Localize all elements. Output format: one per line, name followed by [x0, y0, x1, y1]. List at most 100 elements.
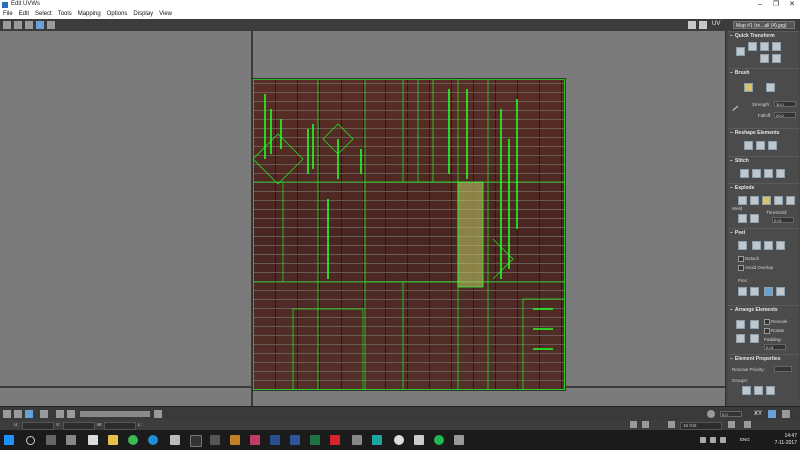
calculator-icon[interactable] — [170, 435, 180, 445]
avoid-overlap-checkbox[interactable] — [738, 265, 744, 271]
language-indicator[interactable]: ENG — [740, 437, 750, 442]
3dsmax-icon[interactable] — [372, 435, 382, 445]
stitch-source-icon[interactable] — [764, 169, 773, 178]
weld-selected-icon[interactable] — [738, 214, 747, 223]
zoom-spinner[interactable]: 0,0 — [720, 411, 742, 417]
u-field[interactable] — [22, 422, 54, 430]
menu-select[interactable]: Select — [32, 10, 55, 19]
app-icon-3[interactable] — [210, 435, 220, 445]
pack-normalize-icon[interactable] — [736, 320, 745, 329]
arrange-header[interactable]: Arrange Elements — [728, 306, 799, 314]
pack-custom-icon[interactable] — [736, 334, 745, 343]
taskbar-clock[interactable]: 14:47 7-11-2017 — [775, 433, 797, 447]
network-icon[interactable] — [700, 437, 706, 443]
loop-ring-tools[interactable] — [80, 411, 150, 417]
grid-size-field[interactable]: 16 Grit — [680, 422, 722, 430]
peel-mode-icon[interactable] — [752, 241, 761, 250]
stitch-target-icon[interactable] — [740, 169, 749, 178]
app-icon-7[interactable] — [394, 435, 404, 445]
explode-header[interactable]: Explode — [728, 184, 799, 192]
checker-icon[interactable] — [688, 21, 696, 29]
v-field[interactable] — [63, 422, 95, 430]
paint-select-icon[interactable] — [154, 410, 162, 418]
grow-selection-icon[interactable] — [56, 410, 64, 418]
stitch-settings-icon[interactable] — [776, 169, 785, 178]
w-field[interactable] — [104, 422, 136, 430]
align-vertical-icon[interactable] — [772, 42, 781, 51]
peel-header[interactable]: Peel — [728, 229, 799, 237]
auto-pin-icon[interactable] — [764, 287, 773, 296]
app-icon-6[interactable] — [352, 435, 362, 445]
mail-icon[interactable] — [88, 435, 98, 445]
align-icon[interactable] — [736, 47, 745, 56]
texture-map-select[interactable]: Map #1 (re...all (4).jpg) — [733, 21, 795, 29]
group-select-icon[interactable] — [742, 386, 751, 395]
brush-header[interactable]: Brush — [728, 69, 799, 77]
break-icon[interactable] — [738, 196, 747, 205]
app-icon-4[interactable] — [230, 435, 240, 445]
explode-settings-icon[interactable] — [774, 196, 783, 205]
menu-display[interactable]: Display — [130, 10, 156, 19]
padding-spinner[interactable]: 0,01 — [764, 344, 786, 350]
app-icon-1[interactable] — [66, 435, 76, 445]
polygon-mode-icon[interactable] — [25, 410, 33, 418]
close-button[interactable]: ✕ — [784, 0, 800, 10]
search-icon[interactable] — [26, 436, 35, 445]
pin-icon[interactable] — [738, 287, 747, 296]
battery-icon[interactable] — [720, 437, 726, 443]
pixel-snap-icon[interactable] — [744, 421, 751, 428]
edge-mode-icon[interactable] — [14, 410, 22, 418]
relax-brush-icon[interactable] — [766, 83, 775, 92]
pack-together-icon[interactable] — [750, 320, 759, 329]
task-view-icon[interactable] — [46, 435, 56, 445]
selected-face[interactable] — [457, 181, 484, 288]
minimize-button[interactable]: – — [752, 0, 768, 10]
rescale-checkbox[interactable] — [764, 319, 770, 325]
relax-settings-icon[interactable] — [768, 141, 777, 150]
rotate-checkbox[interactable] — [764, 328, 770, 334]
lock-icon[interactable] — [630, 421, 637, 428]
select-pinned-icon[interactable] — [776, 287, 785, 296]
scale-icon[interactable] — [25, 21, 33, 29]
menu-file[interactable]: File — [0, 10, 16, 19]
offset-mode-icon[interactable] — [782, 410, 790, 418]
maximize-button[interactable]: ❐ — [768, 0, 784, 10]
pack-settings-icon[interactable] — [750, 334, 759, 343]
menu-mapping[interactable]: Mapping — [75, 10, 104, 19]
soft-selection-icon[interactable] — [707, 410, 715, 418]
straighten-selection-icon[interactable] — [744, 141, 753, 150]
file-explorer-icon[interactable] — [108, 435, 118, 445]
rotate-cw-icon[interactable] — [760, 54, 769, 63]
edge-icon[interactable] — [148, 435, 158, 445]
app-icon-5[interactable] — [250, 435, 260, 445]
threshold-spinner[interactable]: 0,01 — [772, 217, 794, 223]
select-group-icon[interactable] — [766, 386, 775, 395]
xy-label[interactable]: XY — [754, 411, 762, 417]
snap-icon[interactable] — [728, 421, 735, 428]
volume-icon[interactable] — [710, 437, 716, 443]
vertex-mode-icon[interactable] — [3, 410, 11, 418]
stitch-header[interactable]: Stitch — [728, 157, 799, 165]
move-icon[interactable] — [3, 21, 11, 29]
app-icon-9[interactable] — [454, 435, 464, 445]
menu-options[interactable]: Options — [104, 10, 131, 19]
detach-checkbox[interactable] — [738, 256, 744, 262]
ungroup-icon[interactable] — [754, 386, 763, 395]
flatten-by-smoothing-icon[interactable] — [786, 196, 795, 205]
freeform-icon[interactable] — [36, 21, 44, 29]
word-icon[interactable] — [290, 435, 300, 445]
element-mode-icon[interactable] — [40, 410, 48, 418]
uv-mode-label[interactable]: UV — [712, 21, 720, 27]
spotify-icon[interactable] — [434, 435, 444, 445]
straighten-icon[interactable] — [748, 42, 757, 51]
reset-peel-icon[interactable] — [764, 241, 773, 250]
element-properties-header[interactable]: Element Properties — [728, 355, 799, 363]
rescale-priority-spinner[interactable] — [774, 366, 792, 372]
menu-edit[interactable]: Edit — [16, 10, 32, 19]
photoshop-icon[interactable] — [270, 435, 280, 445]
app-icon-2[interactable] — [190, 435, 202, 447]
filter-icon[interactable] — [642, 421, 649, 428]
reshape-header[interactable]: Reshape Elements — [728, 129, 799, 137]
rotate-icon[interactable] — [14, 21, 22, 29]
align-horizontal-icon[interactable] — [760, 42, 769, 51]
